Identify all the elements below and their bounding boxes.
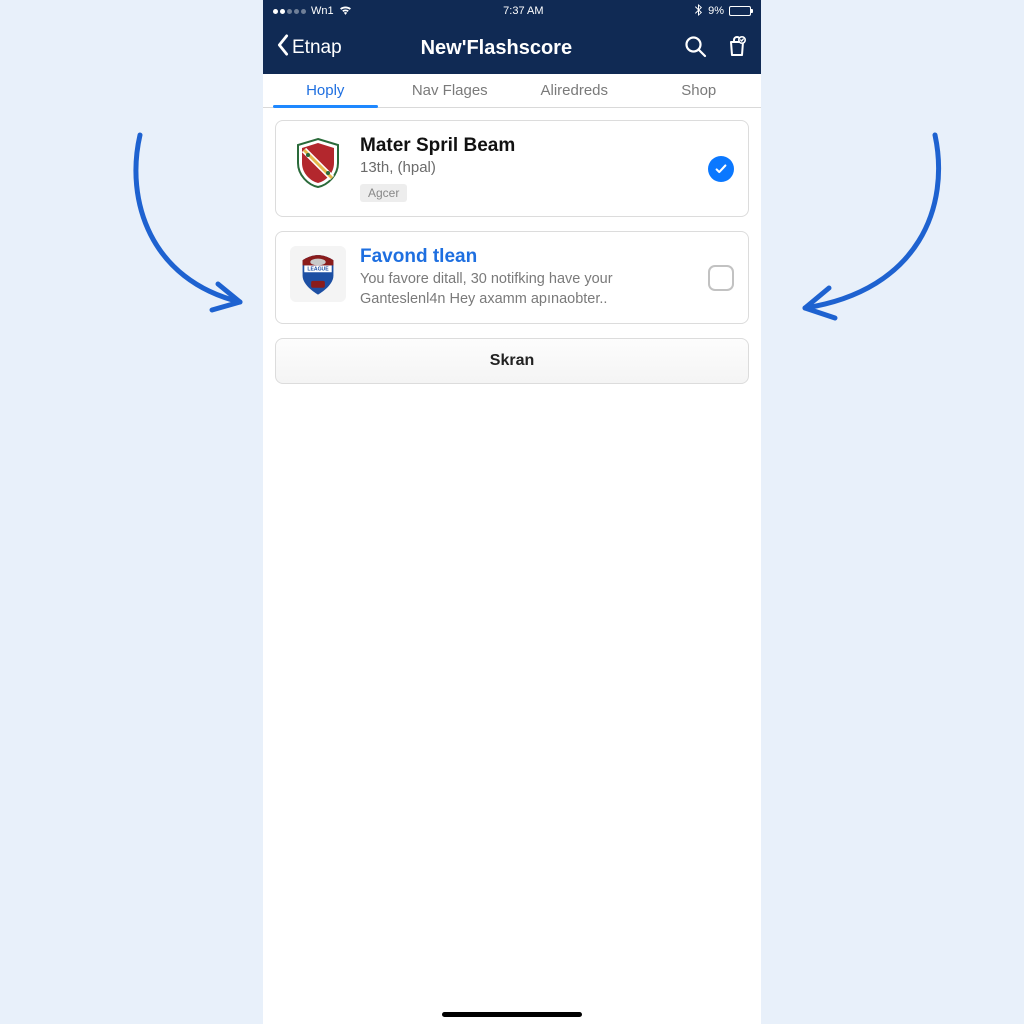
card-description: You favore ditall, 30 notifking have you… [360,270,694,309]
status-time: 7:37 AM [503,5,543,17]
card-body: Mater Spril Beam 13th, (hpal) Agcer [360,135,694,202]
nav-actions [683,34,749,63]
home-indicator[interactable] [442,1012,582,1017]
tab-nav-flages[interactable]: Nav Flages [388,74,513,107]
team-card[interactable]: Mater Spril Beam 13th, (hpal) Agcer [275,120,749,217]
tab-label: Shop [681,82,716,99]
card-title: Mater Spril Beam [360,135,694,157]
bluetooth-icon [695,4,703,19]
carrier-label: Wn1 [311,5,334,17]
wifi-icon [339,5,352,18]
card-title: Favond tlean [360,246,694,268]
annotation-arrow-right [775,130,955,345]
battery-icon [729,6,751,16]
tab-label: Aliredreds [540,82,608,99]
svg-text:LEAGUE: LEAGUE [307,267,329,273]
chevron-left-icon [275,34,291,62]
tab-shop[interactable]: Shop [637,74,762,107]
tab-label: Hoply [306,82,344,99]
phone-frame: Wn1 7:37 AM 9% Etnap New'Flashscore [263,0,761,1024]
content-area: Mater Spril Beam 13th, (hpal) Agcer LEAG… [263,108,761,1024]
unselected-radio[interactable] [708,265,734,291]
selected-check[interactable] [708,156,734,182]
status-left: Wn1 [273,5,352,18]
card-body: Favond tlean You favore ditall, 30 notif… [360,246,694,309]
page-title: New'Flashscore [312,37,681,60]
annotation-arrow-left [120,130,280,335]
bag-button[interactable] [725,34,749,63]
team-logo: LEAGUE [290,246,346,302]
signal-strength-icon [273,9,306,14]
button-label: Skran [490,352,534,370]
search-button[interactable] [683,34,707,63]
team-card[interactable]: LEAGUE Favond tlean You favore ditall, 3… [275,231,749,324]
status-right: 9% [695,4,751,19]
card-subtitle: 13th, (hpal) [360,159,694,176]
status-bar: Wn1 7:37 AM 9% [263,0,761,22]
tab-bar: Hoply Nav Flages Aliredreds Shop [263,74,761,108]
team-logo [290,135,346,191]
skran-button[interactable]: Skran [275,338,749,384]
tab-aliredreds[interactable]: Aliredreds [512,74,637,107]
card-chip: Agcer [360,184,407,202]
tab-hoply[interactable]: Hoply [263,74,388,107]
battery-percent: 9% [708,5,724,17]
tab-label: Nav Flages [412,82,488,99]
nav-bar: Etnap New'Flashscore [263,22,761,74]
